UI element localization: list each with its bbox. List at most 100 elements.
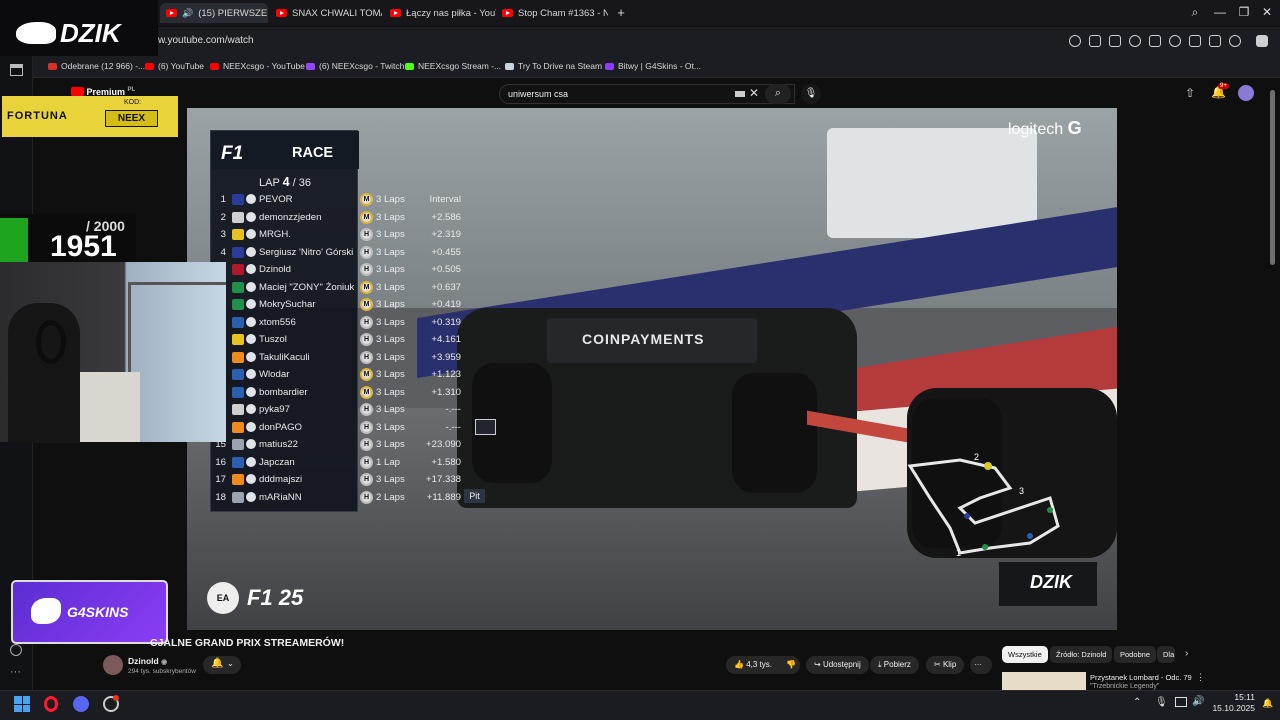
opera-icon[interactable] bbox=[44, 696, 58, 712]
kebab-menu-icon[interactable]: ⋮ bbox=[1196, 672, 1205, 683]
heart-icon[interactable] bbox=[1169, 35, 1181, 47]
volume-icon[interactable]: 🔊 bbox=[1192, 696, 1204, 707]
recording-dot-icon bbox=[113, 695, 119, 701]
chip-wszystkie[interactable]: Wszystkie bbox=[1002, 646, 1048, 663]
notification-bell-icon[interactable]: 🔔 bbox=[1262, 698, 1273, 709]
extensions-icon[interactable] bbox=[1256, 35, 1268, 47]
keyboard-icon[interactable] bbox=[735, 91, 745, 97]
minimize-icon[interactable]: — bbox=[1212, 5, 1228, 19]
tyre-compound-icon: H bbox=[360, 315, 373, 329]
premium-country: PL bbox=[127, 87, 136, 93]
network-icon[interactable] bbox=[1175, 697, 1187, 707]
chevron-right-icon[interactable]: › bbox=[1185, 648, 1188, 659]
steam-icon bbox=[246, 281, 256, 292]
search-icon[interactable] bbox=[1069, 35, 1081, 47]
scrollbar[interactable] bbox=[1270, 90, 1275, 265]
tab-pierwsze-oficjalne[interactable]: 🔊 (15) PIERWSZE OFICJA bbox=[160, 3, 268, 23]
driver-name: MRGH. bbox=[259, 229, 291, 240]
bookmark-label: Bitwy | G4Skins - Ot... bbox=[618, 61, 701, 71]
windows-start-icon[interactable] bbox=[14, 696, 30, 712]
bookmark-label: Odebrane (12 966) -... bbox=[61, 61, 146, 71]
standings-row: 16 Japczan H 1 Lap +1.580 bbox=[212, 454, 462, 471]
restore-icon[interactable]: ❐ bbox=[1236, 5, 1252, 19]
home-icon[interactable] bbox=[10, 64, 23, 76]
edit-icon[interactable] bbox=[1089, 35, 1101, 47]
team-logo-icon bbox=[232, 194, 244, 205]
vpn-icon[interactable] bbox=[1129, 35, 1141, 47]
driver-name: Wlodar bbox=[259, 369, 290, 380]
download-button[interactable]: ⤓ Pobierz bbox=[870, 656, 919, 674]
voice-search-icon[interactable]: 🎙 bbox=[801, 84, 821, 104]
menu-icon[interactable] bbox=[1209, 35, 1221, 47]
dislike-icon[interactable]: 👎 bbox=[786, 660, 796, 669]
tab-stop-cham[interactable]: Stop Cham #1363 - Nieb bbox=[496, 3, 608, 23]
lap-label: LAP bbox=[259, 177, 280, 189]
clip-button[interactable]: ✂ Klip bbox=[926, 656, 965, 674]
interval-gap: +0.455 bbox=[431, 246, 461, 258]
driver-name: xtom556 bbox=[259, 316, 296, 328]
bookmark-label: Try To Drive na Steam bbox=[518, 61, 603, 71]
system-clock[interactable]: 15:11 15.10.2025 bbox=[1205, 692, 1255, 714]
youtube-icon bbox=[166, 9, 177, 17]
logitech-text: logitech bbox=[1008, 121, 1064, 138]
recommended-title[interactable]: Przystanek Lombard - Odc. 79 bbox=[1090, 673, 1192, 682]
more-icon[interactable]: ··· bbox=[10, 666, 21, 678]
like-button[interactable]: 👍 4,3 tys. 👎 bbox=[726, 656, 800, 674]
tyre-compound-icon: M bbox=[360, 298, 373, 311]
youtube-icon bbox=[390, 9, 401, 17]
verified-icon: ◉ bbox=[161, 659, 168, 666]
profile-icon[interactable] bbox=[1229, 35, 1241, 47]
drs-flag-icon bbox=[475, 419, 496, 435]
bookmark-youtube[interactable]: (6) YouTube bbox=[145, 61, 204, 71]
history-icon[interactable] bbox=[10, 644, 22, 656]
standings-position: 16 bbox=[215, 456, 226, 468]
youtube-icon bbox=[276, 9, 287, 17]
bookmark-neexcsgo-youtube[interactable]: NEEXcsgo - YouTube bbox=[210, 61, 305, 71]
interval-gap: +0.419 bbox=[431, 299, 461, 310]
url-field[interactable]: w.youtube.com/watch bbox=[158, 35, 254, 46]
chip-podobne[interactable]: Podobne bbox=[1114, 646, 1157, 663]
bookmark-g4skins[interactable]: Bitwy | G4Skins - Ot... bbox=[605, 61, 701, 71]
search-tabs-icon[interactable]: ⌕ bbox=[1187, 5, 1203, 20]
camera-icon[interactable] bbox=[1109, 35, 1121, 47]
address-bar: w.youtube.com/watch bbox=[0, 27, 1280, 56]
car-marker bbox=[984, 462, 992, 470]
channel-avatar[interactable] bbox=[103, 655, 123, 675]
channel-name[interactable]: Dzinold ◉ bbox=[128, 656, 167, 666]
recommended-thumbnail[interactable] bbox=[1002, 672, 1086, 690]
tab-laczy-nas-pilka[interactable]: Łączy nas piłka - YouTube bbox=[384, 3, 496, 23]
share-button[interactable]: ↪ Udostępnij bbox=[806, 656, 869, 674]
driver-name: donPAGO bbox=[259, 421, 303, 433]
more-actions-button[interactable]: ··· bbox=[970, 656, 992, 674]
bookmark-neexcsgo-stream[interactable]: NEEXcsgo Stream -... bbox=[405, 61, 501, 71]
new-tab-button[interactable]: + bbox=[614, 6, 628, 20]
clear-search-icon[interactable]: ✕ bbox=[749, 86, 759, 100]
interval-gap: -.--- bbox=[445, 404, 461, 415]
upload-icon[interactable]: ⇧ bbox=[1185, 86, 1195, 100]
avatar[interactable] bbox=[1238, 85, 1254, 101]
microphone-icon[interactable]: 🎙 bbox=[1155, 697, 1168, 708]
download-icon[interactable] bbox=[1189, 35, 1201, 47]
standings-row: 10TakuliKaculiH3 Laps+3.959 bbox=[212, 349, 462, 366]
subscribe-bell-button[interactable]: 🔔 ⌄ bbox=[203, 656, 241, 674]
tray-chevron-up-icon[interactable]: ⌃ bbox=[1133, 697, 1141, 708]
play-icon[interactable] bbox=[1149, 35, 1161, 47]
tab-snax[interactable]: SNAX CHWALI TOMA! 😱 bbox=[270, 3, 382, 23]
headphones-icon bbox=[36, 320, 66, 364]
search-button[interactable]: ⌕ bbox=[765, 84, 791, 104]
standings-row: 15 matius22 H 3 Laps +23.090 bbox=[212, 436, 462, 453]
steam-icon bbox=[246, 456, 256, 467]
discord-icon[interactable] bbox=[73, 696, 89, 712]
chip-zrodlo[interactable]: Źródło: Dzinold bbox=[1050, 646, 1113, 663]
standings-row: 2 demonzzjeden M 3 Laps +2.586 bbox=[212, 209, 462, 226]
steam-icon bbox=[246, 211, 256, 222]
steam-icon bbox=[246, 351, 256, 362]
bookmark-neexcsgo-twitch[interactable]: (6) NEEXcsgo - Twitch bbox=[306, 61, 404, 71]
bookmark-odebrane[interactable]: Odebrane (12 966) -... bbox=[48, 61, 145, 71]
speaker-icon[interactable]: 🔊 bbox=[182, 8, 193, 19]
bookmark-try-to-drive[interactable]: Try To Drive na Steam bbox=[505, 61, 602, 71]
team-logo-icon bbox=[232, 491, 244, 503]
chip-dla[interactable]: Dla bbox=[1157, 646, 1175, 663]
laps-completed: 3 Laps bbox=[376, 211, 405, 223]
close-window-icon[interactable]: ✕ bbox=[1259, 5, 1275, 19]
